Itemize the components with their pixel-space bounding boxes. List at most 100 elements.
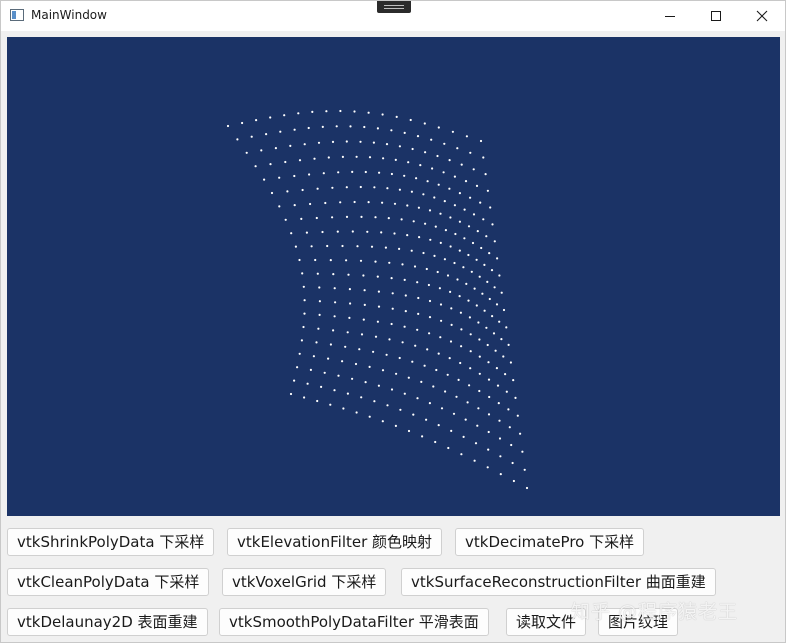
elevation-filter-button[interactable]: vtkElevationFilter 颜色映射 [227, 528, 443, 556]
cloud-point [469, 196, 472, 199]
cloud-point [393, 232, 396, 235]
cloud-point [345, 259, 348, 262]
cloud-point [486, 280, 489, 283]
cloud-point [444, 390, 447, 393]
voxel-grid-button[interactable]: vtkVoxelGrid 下采样 [222, 568, 387, 596]
cloud-point [516, 414, 519, 417]
cloud-point [318, 313, 321, 316]
cloud-point [315, 341, 318, 344]
cloud-point [475, 184, 479, 187]
cloud-point [293, 128, 296, 131]
cloud-point [523, 468, 526, 471]
cloud-point [439, 241, 442, 244]
cloud-point [485, 235, 488, 238]
cloud-point [433, 196, 436, 199]
cloud-point [269, 116, 272, 119]
cloud-point [427, 283, 430, 287]
cloud-point [479, 139, 483, 143]
cloud-point [364, 381, 367, 384]
cloud-point [478, 275, 481, 278]
cloud-point [403, 325, 406, 328]
cloud-point [512, 479, 515, 483]
cloud-point [381, 369, 385, 372]
decimate-pro-button[interactable]: vtkDecimatePro 下采样 [455, 528, 645, 556]
shrink-polydata-button[interactable]: vtkShrinkPolyData 下采样 [7, 528, 215, 556]
cloud-point [486, 189, 489, 192]
cloud-point [428, 209, 432, 212]
cloud-point [444, 229, 447, 232]
cloud-point [484, 173, 487, 176]
main-window: MainWindow vtkShrinkPolyData 下采样 vtkElev… [0, 0, 786, 643]
cloud-point [502, 355, 505, 358]
cloud-point [317, 327, 320, 330]
cloud-point [390, 322, 393, 326]
cloud-point [312, 355, 315, 358]
cloud-point [478, 372, 481, 375]
cloud-point [450, 307, 453, 310]
cloud-point [303, 396, 306, 399]
cloud-point [421, 435, 424, 438]
cloud-point [403, 392, 406, 395]
cloud-point [437, 424, 440, 427]
cloud-point [487, 361, 490, 364]
cloud-point [474, 442, 478, 445]
cloud-point [437, 126, 440, 129]
cloud-point [353, 200, 356, 204]
cloud-point [475, 258, 478, 261]
cloud-point [440, 407, 444, 410]
cloud-point [472, 213, 476, 216]
cloud-point [460, 328, 463, 331]
cloud-point [425, 418, 428, 421]
vtk-render-viewport[interactable] [7, 37, 780, 516]
snap-layout-handle[interactable] [377, 1, 411, 13]
surface-reconstruction-button[interactable]: vtkSurfaceReconstructionFilter 曲面重建 [401, 568, 716, 596]
smooth-polydata-button[interactable]: vtkSmoothPolyDataFilter 平滑表面 [219, 608, 489, 636]
cloud-point [349, 125, 352, 128]
cloud-point [436, 270, 439, 274]
cloud-point [424, 151, 427, 154]
close-button[interactable] [739, 1, 785, 31]
cloud-point [493, 240, 496, 243]
cloud-point [388, 261, 391, 264]
cloud-point [505, 390, 508, 393]
cloud-point [302, 325, 305, 329]
cloud-point [293, 204, 296, 207]
cloud-point [332, 273, 335, 276]
cloud-point [351, 230, 354, 233]
minimize-button[interactable] [647, 1, 693, 31]
cloud-point [368, 365, 371, 368]
cloud-point [346, 392, 349, 395]
cloud-point [390, 129, 393, 132]
cloud-point [495, 303, 499, 306]
cloud-point [351, 377, 354, 380]
cloud-point [488, 297, 491, 301]
cloud-point [463, 208, 466, 211]
cloud-point [376, 275, 379, 278]
cloud-point [250, 135, 253, 138]
cloud-point [510, 443, 513, 447]
delaunay2d-button[interactable]: vtkDelaunay2D 表面重建 [7, 608, 208, 636]
cloud-point [394, 158, 397, 161]
cloud-point [342, 407, 345, 410]
cloud-point [498, 419, 501, 422]
cloud-point [485, 326, 488, 329]
cloud-point [329, 343, 332, 346]
cloud-point [443, 258, 446, 261]
cloud-point [437, 352, 440, 355]
cloud-point [416, 328, 419, 331]
cloud-point [372, 350, 375, 353]
cloud-point [458, 249, 461, 252]
cloud-point [294, 245, 297, 248]
cloud-point [448, 159, 451, 162]
cloud-point [436, 154, 439, 158]
title-bar[interactable]: MainWindow [1, 1, 785, 31]
cloud-point [321, 230, 324, 234]
cloud-point [498, 274, 501, 277]
cloud-point [434, 225, 437, 228]
cloud-point [322, 172, 325, 175]
clean-polydata-button[interactable]: vtkCleanPolyData 下采样 [7, 568, 210, 596]
cloud-point [317, 141, 321, 144]
cloud-point [391, 292, 394, 295]
cloud-point [315, 216, 318, 220]
maximize-button[interactable] [693, 1, 739, 31]
